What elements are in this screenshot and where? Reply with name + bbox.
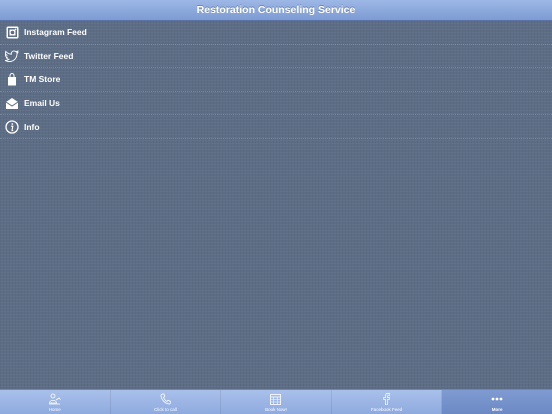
tab-label: Home xyxy=(48,407,61,412)
info-icon xyxy=(5,120,19,134)
twitter-icon xyxy=(5,49,19,63)
menu-item-tm-store[interactable]: TM Store xyxy=(0,68,552,92)
calendar-icon xyxy=(270,393,282,405)
instagram-icon xyxy=(5,25,19,39)
phone-icon xyxy=(160,393,171,405)
shopping-bag-icon xyxy=(5,72,19,86)
tab-label: Book Now! xyxy=(265,407,287,412)
tab-home[interactable]: Home xyxy=(0,390,111,414)
title-bar: Restoration Counseling Service xyxy=(0,0,552,21)
tab-label: Click to call xyxy=(154,407,177,412)
tab-label: Facebook Feed xyxy=(370,407,403,412)
tab-book-now[interactable]: Book Now! xyxy=(221,390,332,414)
menu-item-twitter-feed[interactable]: Twitter Feed xyxy=(0,45,552,69)
menu-item-email-us[interactable]: Email Us xyxy=(0,92,552,116)
more-menu-list: Instagram Feed Twitter Feed TM Store Ema… xyxy=(0,21,552,139)
page-title: Restoration Counseling Service xyxy=(196,4,356,16)
tab-facebook-feed[interactable]: Facebook Feed xyxy=(332,390,443,414)
menu-item-label: Twitter Feed xyxy=(24,50,74,61)
tab-click-to-call[interactable]: Click to call xyxy=(111,390,222,414)
menu-item-info[interactable]: Info xyxy=(0,115,552,139)
menu-item-instagram-feed[interactable]: Instagram Feed xyxy=(0,21,552,45)
more-dots-icon xyxy=(491,393,503,405)
menu-item-label: Info xyxy=(24,121,40,132)
bottom-tab-bar: Home Click to call Book Now! Facebook Fe… xyxy=(0,389,552,414)
facebook-icon xyxy=(383,393,390,405)
menu-item-label: Email Us xyxy=(24,98,60,109)
envelope-icon xyxy=(5,96,19,110)
menu-item-label: TM Store xyxy=(24,74,61,85)
tab-more[interactable]: More xyxy=(442,390,552,414)
menu-item-label: Instagram Feed xyxy=(24,27,87,38)
home-person-icon xyxy=(48,393,62,405)
tab-label: More xyxy=(491,407,503,412)
